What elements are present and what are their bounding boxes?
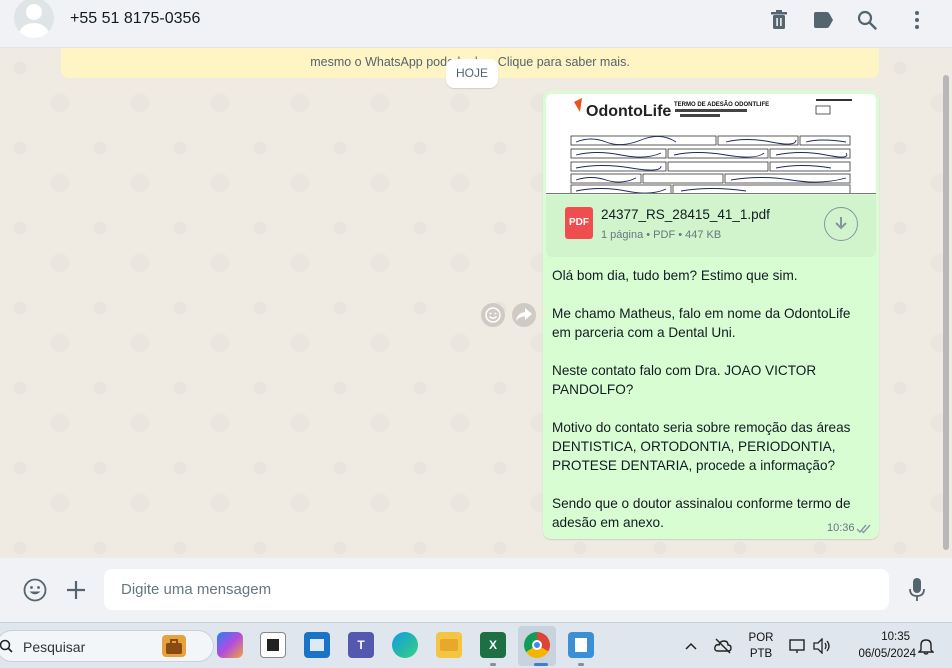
pdf-preview-title: TERMO DE ADESÃO ODONTLIFE xyxy=(674,101,769,108)
chat-scrollbar[interactable] xyxy=(943,75,949,550)
network-icon[interactable] xyxy=(788,636,808,656)
language-top[interactable]: POR xyxy=(747,632,775,644)
copilot-icon[interactable] xyxy=(217,632,243,658)
language-bottom[interactable]: PTB xyxy=(747,648,775,660)
attach-plus-icon[interactable] xyxy=(64,578,88,602)
cloud-offline-icon[interactable] xyxy=(713,636,733,656)
label-icon[interactable] xyxy=(811,8,835,32)
message-time: 10:36 xyxy=(827,522,855,534)
chrome-running-indicator xyxy=(534,663,548,666)
message-input[interactable] xyxy=(104,569,889,610)
notepad-running-indicator xyxy=(578,663,584,666)
double-check-icon xyxy=(856,521,872,539)
notepad-icon[interactable] xyxy=(568,632,594,658)
forward-icon[interactable] xyxy=(512,303,536,327)
taskbar-search-icon xyxy=(0,639,13,653)
store-icon[interactable] xyxy=(304,632,330,658)
pdf-preview-thumbnail[interactable]: OdontoLife TERMO DE ADESÃO ODONTLIFE xyxy=(546,94,876,194)
attachment-meta: 1 página • PDF • 447 KB xyxy=(601,229,722,241)
trash-icon[interactable] xyxy=(767,8,791,32)
excel-icon[interactable]: X xyxy=(480,632,506,658)
chat-header: +55 51 8175-0356 xyxy=(0,0,952,48)
contact-avatar[interactable] xyxy=(14,0,54,38)
download-icon[interactable] xyxy=(824,207,858,241)
emoji-icon[interactable] xyxy=(23,578,47,602)
file-explorer-icon[interactable] xyxy=(436,632,462,658)
taskbar-search-label: Pesquisar xyxy=(23,639,86,655)
briefcase-icon xyxy=(162,635,186,657)
excel-running-indicator xyxy=(490,663,496,666)
message-bubble[interactable]: OdontoLife TERMO DE ADESÃO ODONTLIFE PDF… xyxy=(543,91,879,539)
message-text: Olá bom dia, tudo bem? Estimo que sim. M… xyxy=(552,268,851,530)
attachment-row[interactable]: PDF 24377_RS_28415_41_1.pdf 1 página • P… xyxy=(546,195,876,257)
chevron-up-icon[interactable] xyxy=(681,636,701,656)
volume-icon[interactable] xyxy=(812,636,832,656)
clock-date[interactable]: 06/05/2024 xyxy=(840,648,916,660)
notification-bell-icon[interactable] xyxy=(916,636,936,656)
pdf-preview-logo-text: OdontoLife xyxy=(586,103,671,120)
chrome-icon[interactable] xyxy=(524,632,550,658)
windows-taskbar: Pesquisar T X POR PTB 10:35 06/05/2024 xyxy=(0,622,952,668)
edge-icon[interactable] xyxy=(392,632,418,658)
teams-icon[interactable]: T xyxy=(348,632,374,658)
menu-dots-icon[interactable] xyxy=(905,8,929,32)
date-chip: HOJE xyxy=(446,59,498,88)
task-view-icon[interactable] xyxy=(260,632,286,658)
search-icon[interactable] xyxy=(855,8,879,32)
taskbar-search[interactable]: Pesquisar xyxy=(0,630,214,662)
attachment-filename: 24377_RS_28415_41_1.pdf xyxy=(601,207,770,222)
pdf-file-icon: PDF xyxy=(565,207,593,239)
microphone-icon[interactable] xyxy=(905,578,929,602)
contact-name[interactable]: +55 51 8175-0356 xyxy=(70,10,200,28)
message-composer xyxy=(0,558,952,622)
reaction-emoji-icon[interactable] xyxy=(481,303,505,327)
